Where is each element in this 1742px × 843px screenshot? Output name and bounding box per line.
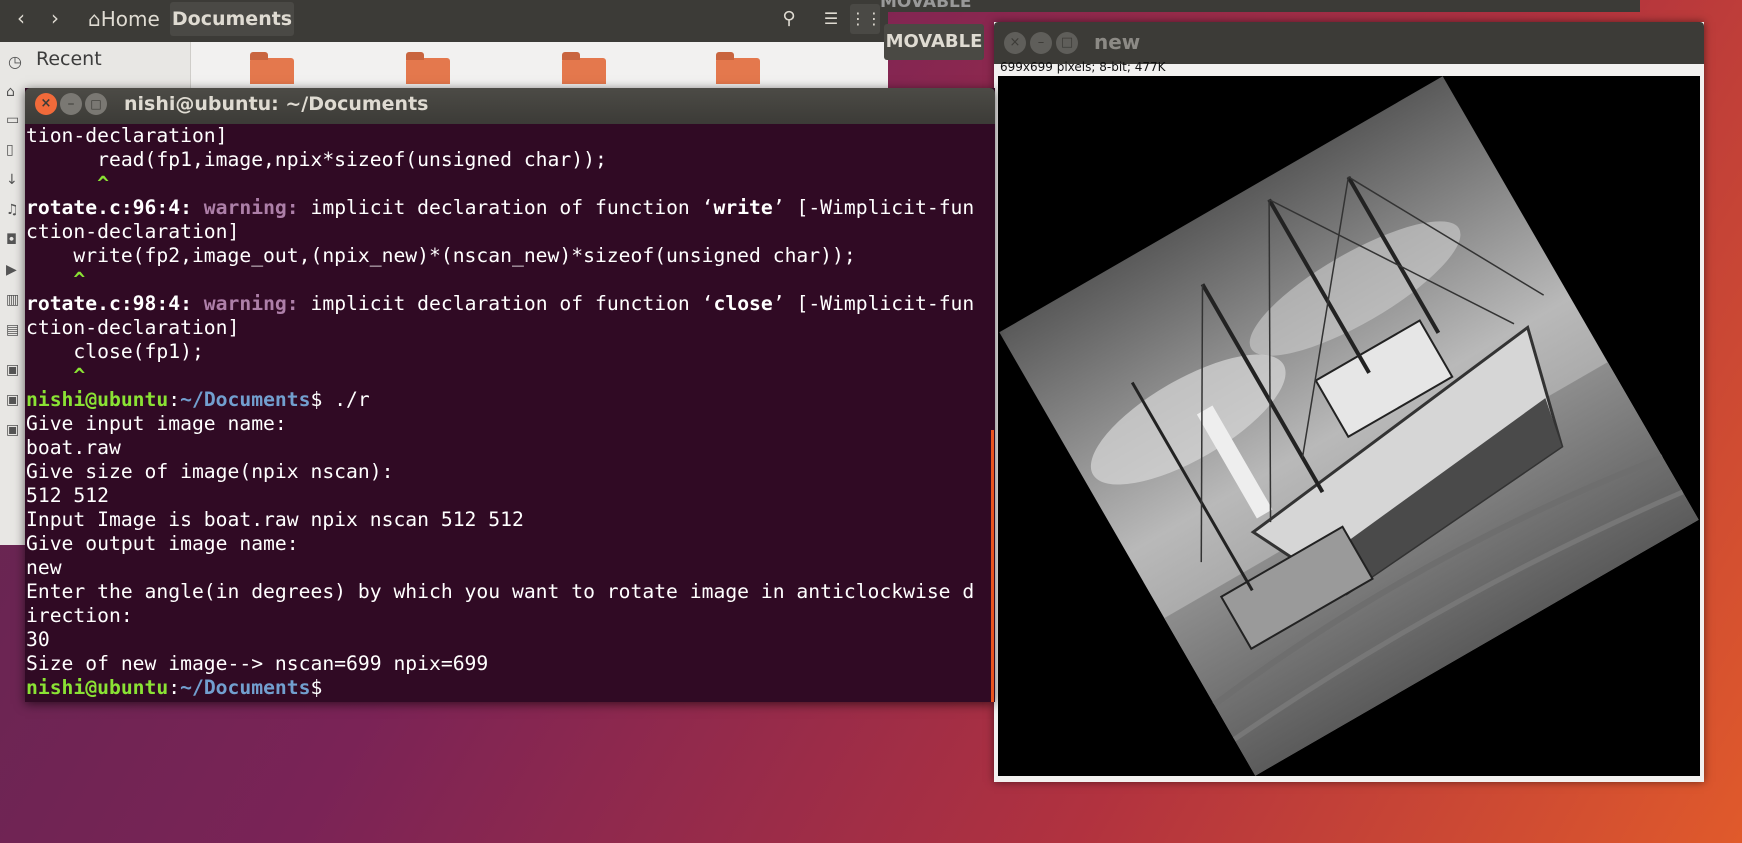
list-view-icon: ☰ xyxy=(823,9,839,28)
terminal-line: rotate.c:98:4: warning: implicit declara… xyxy=(26,292,974,316)
breadcrumb-home[interactable]: ⌂Home xyxy=(82,2,174,36)
videos-folder-icon[interactable]: ▶ xyxy=(6,262,24,280)
grid-view-icon: ⋮⋮ xyxy=(850,9,882,28)
terminal-line: ^ xyxy=(26,268,86,291)
prompt-separator: : xyxy=(168,388,181,411)
maximize-icon: □ xyxy=(90,97,102,111)
search-button[interactable]: ⚲ xyxy=(774,4,804,34)
terminal-line: write(fp2,image_out,(npix_new)*(nscan_ne… xyxy=(26,244,856,267)
grid-view-button[interactable]: ⋮⋮ xyxy=(850,4,882,34)
prompt-user: nishi@ubuntu xyxy=(26,388,169,411)
terminal-close-button[interactable]: × xyxy=(35,93,57,115)
terminal-line: ^ xyxy=(26,364,86,387)
terminal-prompt-line: nishi@ubuntu:~/Documents$ ./r xyxy=(26,388,370,412)
warning-label: warning: xyxy=(191,292,299,315)
home-icon: ⌂ xyxy=(88,7,101,31)
terminal-line: 30 xyxy=(26,628,50,651)
terminal-prompt-line: nishi@ubuntu:~/Documents$ xyxy=(26,676,322,700)
breadcrumb-documents[interactable]: Documents xyxy=(170,2,294,36)
home-folder-icon[interactable]: ⌂ xyxy=(6,84,24,102)
warning-text: implicit declaration of function ‘ xyxy=(298,196,714,219)
terminal-line: new xyxy=(26,556,62,579)
folder-icon[interactable] xyxy=(716,52,760,84)
terminal-line: ction-declaration] xyxy=(26,316,240,339)
minimize-icon: – xyxy=(1037,35,1045,50)
folder-icon[interactable] xyxy=(250,52,294,84)
prompt-path: ~/Documents xyxy=(180,676,311,699)
trash-icon[interactable]: ▥ xyxy=(6,292,24,310)
image-info: 699x699 pixels; 8-bit; 477K xyxy=(1000,60,1166,74)
terminal-line: read(fp1,image,npix*sizeof(unsigned char… xyxy=(26,148,607,171)
terminal-line: Input Image is boat.raw npix nscan 512 5… xyxy=(26,508,524,531)
file-location: rotate.c:96:4: xyxy=(26,196,192,219)
music-folder-icon[interactable]: ♫ xyxy=(6,202,24,220)
warning-flag: ’ [-Wimplicit-fun xyxy=(772,196,975,219)
terminal-line: Give input image name: xyxy=(26,412,287,435)
terminal-line: Give size of image(npix nscan): xyxy=(26,460,394,483)
viewer-maximize-button[interactable]: □ xyxy=(1056,32,1078,54)
prompt-command: $ ./r xyxy=(310,388,370,411)
terminal-line: close(fp1); xyxy=(26,340,204,363)
back-icon: ‹ xyxy=(17,6,25,30)
back-button[interactable]: ‹ xyxy=(6,2,36,36)
minimize-icon: – xyxy=(67,96,75,112)
viewer-minimize-button[interactable]: – xyxy=(1030,32,1052,54)
terminal-line: boat.raw xyxy=(26,436,121,459)
prompt-separator: : xyxy=(168,676,181,699)
rotated-image-canvas[interactable] xyxy=(998,76,1700,776)
terminal-maximize-button[interactable]: □ xyxy=(85,93,107,115)
viewer-close-button[interactable]: × xyxy=(1004,32,1026,54)
warning-text: implicit declaration of function ‘ xyxy=(298,292,714,315)
recent-icon: ◷ xyxy=(8,52,22,71)
forward-button[interactable]: › xyxy=(40,2,70,36)
terminal-line: rotate.c:96:4: warning: implicit declara… xyxy=(26,196,974,220)
drive-icon-3[interactable]: ▣ xyxy=(6,422,24,440)
terminal-output[interactable]: tion-declaration] read(fp1,image,npix*si… xyxy=(25,124,995,702)
breadcrumb-home-label: Home xyxy=(100,7,160,31)
terminal-title: nishi@ubuntu: ~/Documents xyxy=(124,93,429,115)
drive-icon-2[interactable]: ▣ xyxy=(6,392,24,410)
movable-button[interactable]: MOVABLE xyxy=(884,24,984,60)
background-window-titlebar xyxy=(884,0,1640,12)
terminal-line: ^ xyxy=(26,172,109,195)
pictures-folder-icon[interactable]: ◘ xyxy=(6,232,24,250)
terminal-scrollbar[interactable] xyxy=(991,430,994,702)
drive-icon[interactable]: ▣ xyxy=(6,362,24,380)
prompt-symbol: $ xyxy=(310,676,323,699)
close-icon: × xyxy=(40,96,52,111)
terminal-line: Give output image name: xyxy=(26,532,299,555)
terminal-line: Enter the angle(in degrees) by which you… xyxy=(26,580,975,603)
terminal-minimize-button[interactable]: – xyxy=(60,93,82,115)
file-location: rotate.c:98:4: xyxy=(26,292,192,315)
maximize-icon: □ xyxy=(1060,35,1074,50)
terminal-line: 512 512 xyxy=(26,484,109,507)
terminal-line: tion-declaration] xyxy=(26,124,228,147)
rotated-boat-image xyxy=(999,76,1699,776)
documents-folder-icon[interactable]: ▯ xyxy=(6,142,24,160)
function-name: write xyxy=(713,196,773,219)
search-icon: ⚲ xyxy=(782,8,796,29)
warning-label: warning: xyxy=(191,196,299,219)
desktop-folder-icon[interactable]: ▭ xyxy=(6,112,24,130)
sidebar-item-recent[interactable]: Recent xyxy=(36,48,102,70)
close-icon: × xyxy=(1009,35,1021,50)
downloads-folder-icon[interactable]: ↓ xyxy=(6,172,24,190)
folder-icon[interactable] xyxy=(406,52,450,84)
movable-ghost-label: MOVABLE xyxy=(880,0,972,12)
terminal-line: irection: xyxy=(26,604,133,627)
forward-icon: › xyxy=(51,6,59,30)
folder-icon[interactable] xyxy=(562,52,606,84)
function-name: close xyxy=(713,292,773,315)
network-icon[interactable]: ▤ xyxy=(6,322,24,340)
image-viewer-title: new xyxy=(1094,30,1141,54)
terminal-line: Size of new image--> nscan=699 npix=699 xyxy=(26,652,489,675)
terminal-line: ction-declaration] xyxy=(26,220,240,243)
list-view-button[interactable]: ☰ xyxy=(816,4,846,34)
prompt-user: nishi@ubuntu xyxy=(26,676,169,699)
prompt-path: ~/Documents xyxy=(180,388,311,411)
warning-flag: ’ [-Wimplicit-fun xyxy=(772,292,975,315)
